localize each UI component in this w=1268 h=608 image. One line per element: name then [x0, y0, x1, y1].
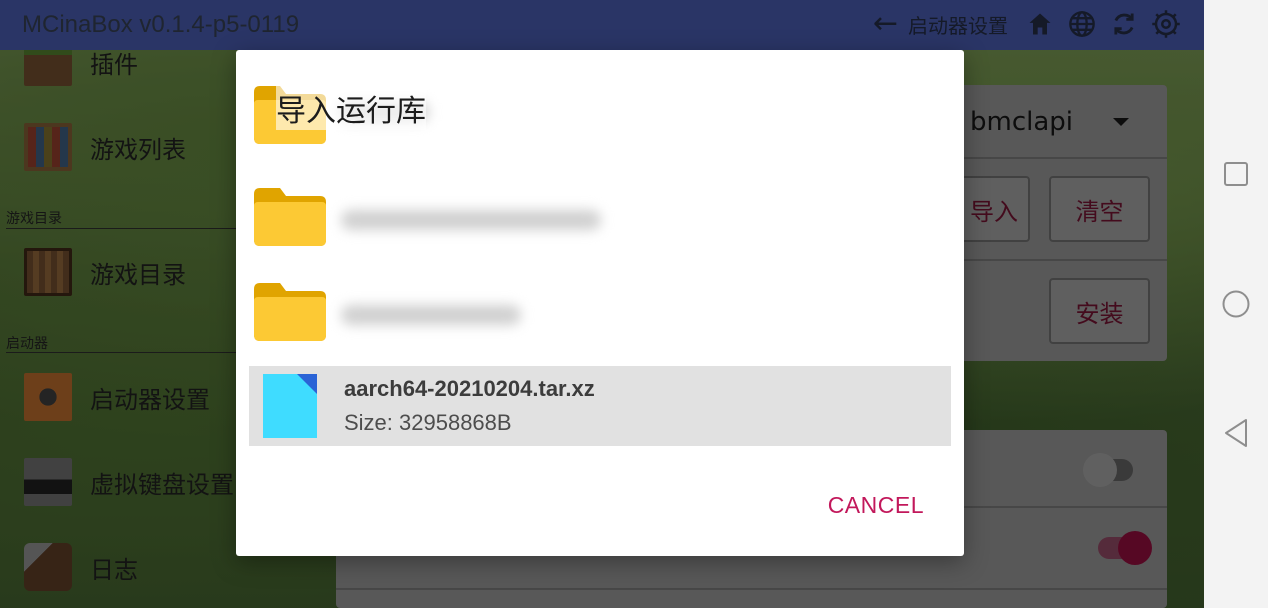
- folder-icon: [254, 188, 326, 246]
- dialog-title: 导入运行库: [276, 86, 426, 130]
- arrow-left-icon[interactable]: ←: [873, 8, 898, 40]
- settings-icon[interactable]: [1150, 8, 1182, 40]
- home-icon[interactable]: [1024, 8, 1056, 40]
- file-list: aarch64-20210204.tar.xz Size: 32958868B: [236, 86, 964, 452]
- folder-name-redacted: [341, 305, 521, 325]
- file-size: Size: 32958868B: [344, 410, 512, 435]
- home-circle-icon[interactable]: [1221, 289, 1251, 319]
- system-nav-bar: [1204, 0, 1268, 608]
- folder-icon: [254, 283, 326, 341]
- file-name: aarch64-20210204.tar.xz: [344, 376, 595, 401]
- app-title: MCinaBox v0.1.4-p5-0119: [22, 11, 300, 38]
- app-bar: MCinaBox v0.1.4-p5-0119 ← 启动器设置: [0, 0, 1204, 50]
- refresh-icon[interactable]: [1108, 8, 1140, 40]
- cancel-button[interactable]: CANCEL: [828, 492, 924, 519]
- back-triangle-icon[interactable]: [1221, 418, 1251, 448]
- current-page-label: 启动器设置: [908, 13, 1008, 38]
- list-item-file-selected[interactable]: aarch64-20210204.tar.xz Size: 32958868B: [249, 366, 951, 446]
- list-item-folder[interactable]: [249, 182, 951, 262]
- app-bar-actions: ← 启动器设置: [873, 8, 1182, 40]
- list-item-folder[interactable]: [249, 277, 951, 357]
- globe-icon[interactable]: [1066, 8, 1098, 40]
- folder-name-redacted: [341, 210, 601, 230]
- recent-apps-icon[interactable]: [1221, 159, 1251, 189]
- import-runtime-dialog: 导入运行库 aarch64-20210204.tar.xz Size: 3295…: [236, 50, 964, 556]
- file-icon: [263, 374, 317, 438]
